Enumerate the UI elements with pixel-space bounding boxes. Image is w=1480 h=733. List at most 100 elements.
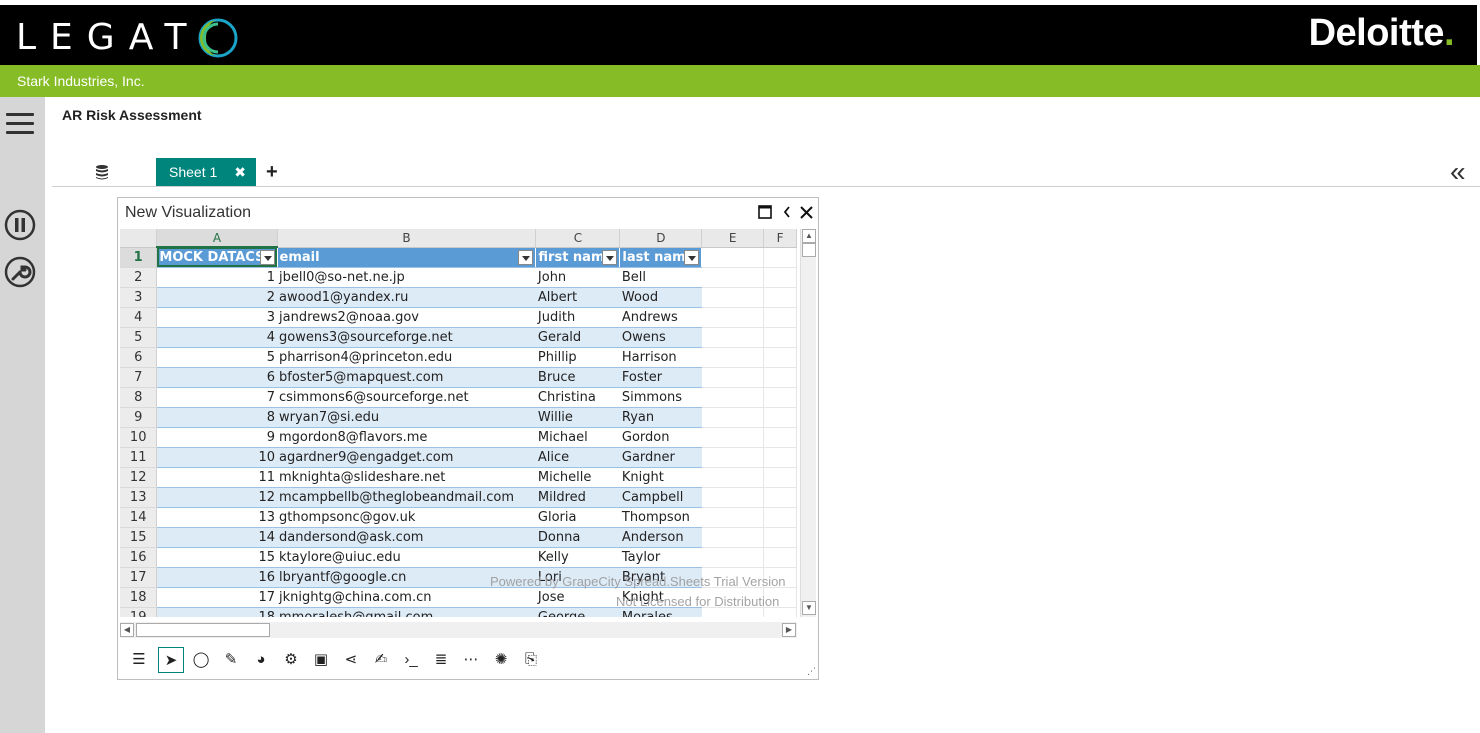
resize-grip-icon[interactable]: ⋰ <box>807 666 816 677</box>
row-header[interactable]: 2 <box>120 267 158 288</box>
empty-cell[interactable] <box>763 347 797 368</box>
cell-last-name[interactable]: Campbell <box>619 487 702 508</box>
cell-last-name[interactable]: Wood <box>619 287 702 308</box>
empty-cell[interactable] <box>763 427 797 448</box>
gears-icon[interactable]: ⚙ <box>278 647 304 673</box>
cell-first-name[interactable]: Michelle <box>535 467 620 488</box>
horizontal-scroll-thumb[interactable] <box>136 623 270 637</box>
cell-first-name[interactable]: Gloria <box>535 507 620 528</box>
cell-id[interactable]: 13 <box>156 507 278 528</box>
cell-first-name[interactable]: Bruce <box>535 367 620 388</box>
row-header[interactable]: 14 <box>120 507 158 528</box>
row-header[interactable]: 19 <box>120 607 158 617</box>
cell-id[interactable]: 1 <box>156 267 278 288</box>
scroll-left-icon[interactable]: ◀ <box>120 623 134 637</box>
empty-cell[interactable] <box>701 487 765 508</box>
row-header[interactable]: 3 <box>120 287 158 308</box>
cell-email[interactable]: bfoster5@mapquest.com <box>277 367 536 388</box>
row-header[interactable]: 18 <box>120 587 158 608</box>
header-cell-first-name[interactable]: first name <box>535 247 621 268</box>
empty-cell[interactable] <box>701 267 765 288</box>
palette-icon[interactable]: ✺ <box>488 647 514 673</box>
cell-id[interactable]: 11 <box>156 467 278 488</box>
column-header-b[interactable]: B <box>277 229 537 248</box>
cell-last-name[interactable]: Anderson <box>619 527 702 548</box>
cell-last-name[interactable]: Thompson <box>619 507 702 528</box>
cell-first-name[interactable]: Jose <box>535 587 620 608</box>
column-header-d[interactable]: D <box>619 229 703 248</box>
cell-id[interactable]: 17 <box>156 587 278 608</box>
cell-id[interactable]: 3 <box>156 307 278 328</box>
row-header[interactable]: 15 <box>120 527 158 548</box>
cell-last-name[interactable]: Gardner <box>619 447 702 468</box>
cell-email[interactable]: dandersond@ask.com <box>277 527 536 548</box>
row-header[interactable]: 9 <box>120 407 158 428</box>
cell-email[interactable]: ktaylore@uiuc.edu <box>277 547 536 568</box>
row-header[interactable]: 6 <box>120 347 158 368</box>
empty-cell[interactable] <box>763 387 797 408</box>
close-panel-icon[interactable] <box>800 206 813 219</box>
corner-cell[interactable] <box>120 229 158 248</box>
code-file-icon[interactable]: ⎘ <box>518 647 544 673</box>
main-menu-icon[interactable] <box>6 113 34 137</box>
cell-first-name[interactable]: Christina <box>535 387 620 408</box>
empty-cell[interactable] <box>763 527 797 548</box>
collapse-panel-icon[interactable]: « <box>1450 158 1466 186</box>
empty-cell[interactable] <box>701 467 765 488</box>
cell-first-name[interactable]: George <box>535 607 620 617</box>
cell-first-name[interactable]: John <box>535 267 620 288</box>
header-cell-id[interactable]: MOCK DATACSV <box>156 247 278 268</box>
cell-email[interactable]: jbell0@so-net.ne.jp <box>277 267 536 288</box>
row-header[interactable]: 7 <box>120 367 158 388</box>
cell-last-name[interactable]: Foster <box>619 367 702 388</box>
cell-email[interactable]: mgordon8@flavors.me <box>277 427 536 448</box>
brush-icon[interactable]: ✎ <box>218 647 244 673</box>
cell-first-name[interactable]: Mildred <box>535 487 620 508</box>
cell-first-name[interactable]: Willie <box>535 407 620 428</box>
filter-dropdown-icon[interactable] <box>518 249 534 265</box>
cell-last-name[interactable]: Ryan <box>619 407 702 428</box>
cell-id[interactable]: 10 <box>156 447 278 468</box>
cell-id[interactable]: 2 <box>156 287 278 308</box>
horizontal-scrollbar[interactable]: ◀ ▶ <box>120 622 797 638</box>
save-icon[interactable]: ▣ <box>308 647 334 673</box>
empty-cell[interactable] <box>763 407 797 428</box>
comment-icon[interactable]: ◯ <box>188 647 214 673</box>
empty-cell[interactable] <box>701 327 765 348</box>
empty-cell[interactable] <box>701 247 765 268</box>
empty-cell[interactable] <box>701 347 765 368</box>
scroll-up-icon[interactable]: ▲ <box>802 229 816 243</box>
edit-icon[interactable]: ✍ <box>368 647 394 673</box>
cell-first-name[interactable]: Judith <box>535 307 620 328</box>
row-header[interactable]: 10 <box>120 427 158 448</box>
empty-cell[interactable] <box>763 487 797 508</box>
cell-first-name[interactable]: Kelly <box>535 547 620 568</box>
empty-cell[interactable] <box>701 447 765 468</box>
empty-cell[interactable] <box>701 427 765 448</box>
cell-last-name[interactable]: Bell <box>619 267 702 288</box>
row-header[interactable]: 17 <box>120 567 158 588</box>
filter-dropdown-icon[interactable] <box>259 250 275 265</box>
cell-first-name[interactable]: Michael <box>535 427 620 448</box>
row-header[interactable]: 8 <box>120 387 158 408</box>
cell-email[interactable]: awood1@yandex.ru <box>277 287 536 308</box>
empty-cell[interactable] <box>701 547 765 568</box>
empty-cell[interactable] <box>763 547 797 568</box>
cell-id[interactable]: 16 <box>156 567 278 588</box>
row-header[interactable]: 4 <box>120 307 158 328</box>
cell-id[interactable]: 18 <box>156 607 278 617</box>
cell-email[interactable]: csimmons6@sourceforge.net <box>277 387 536 408</box>
terminal-icon[interactable]: ›_ <box>398 647 424 673</box>
cell-email[interactable]: agardner9@engadget.com <box>277 447 536 468</box>
filter-dropdown-icon[interactable] <box>602 249 618 265</box>
cell-id[interactable]: 4 <box>156 327 278 348</box>
database-icon[interactable] <box>94 164 110 180</box>
wrench-icon[interactable] <box>4 256 36 288</box>
cell-first-name[interactable]: Phillip <box>535 347 620 368</box>
pause-icon[interactable] <box>4 209 36 241</box>
empty-cell[interactable] <box>701 507 765 528</box>
cell-id[interactable]: 9 <box>156 427 278 448</box>
empty-cell[interactable] <box>763 267 797 288</box>
cell-id[interactable]: 15 <box>156 547 278 568</box>
cell-id[interactable]: 14 <box>156 527 278 548</box>
